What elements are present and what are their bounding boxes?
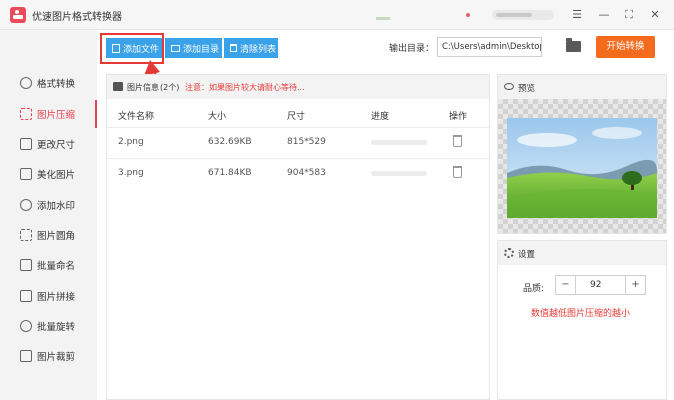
progress-bar bbox=[371, 140, 427, 145]
sidebar-item-beautify[interactable]: 美化图片 bbox=[0, 160, 97, 188]
table-row[interactable]: 3.png 671.84KB 904*583 bbox=[107, 158, 489, 188]
folder-icon[interactable] bbox=[566, 38, 581, 52]
title-bar: 优速图片格式转换器 ☰ — ⛶ ✕ bbox=[0, 0, 674, 30]
file-dimensions: 904*583 bbox=[287, 168, 326, 178]
sidebar-item-round-corner[interactable]: 图片圆角 bbox=[0, 221, 97, 249]
beautify-icon bbox=[20, 168, 32, 180]
file-name: 3.png bbox=[118, 168, 144, 178]
sidebar: 格式转换 图片压缩 更改尺寸 美化图片 添加水印 图片圆角 批量命名 图片拼接 … bbox=[0, 30, 97, 400]
minimize-icon[interactable]: — bbox=[595, 6, 613, 24]
image-icon bbox=[113, 82, 123, 91]
sidebar-item-rotate[interactable]: 批量旋转 bbox=[0, 312, 97, 340]
preview-image bbox=[507, 118, 657, 218]
titlebar-decoration bbox=[376, 17, 390, 20]
column-header-size: 大小 bbox=[208, 112, 227, 122]
quality-input[interactable]: 92 bbox=[576, 276, 625, 294]
file-list-title: 图片信息 bbox=[127, 83, 159, 92]
file-list-panel: 图片信息 (2个) 注意：如果图片较大请耐心等待... 文件名称 大小 尺寸 进… bbox=[106, 74, 490, 400]
sidebar-item-label: 批量旋转 bbox=[37, 322, 76, 333]
column-header-dimensions: 尺寸 bbox=[287, 112, 306, 122]
table-row[interactable]: 2.png 632.69KB 815*529 bbox=[107, 127, 489, 157]
settings-panel: 设置 品质: − 92 + 数值越低图片压缩的越小 bbox=[497, 240, 667, 400]
app-title: 优速图片格式转换器 bbox=[32, 12, 122, 23]
menu-icon[interactable]: ☰ bbox=[568, 6, 586, 24]
sidebar-item-rename[interactable]: 批量命名 bbox=[0, 251, 97, 279]
trash-icon[interactable] bbox=[453, 135, 462, 147]
file-list-note: 注意：如果图片较大请耐心等待... bbox=[185, 83, 305, 92]
sidebar-item-label: 添加水印 bbox=[37, 201, 76, 212]
settings-title: 设置 bbox=[518, 250, 536, 260]
clear-list-label: 清除列表 bbox=[240, 44, 277, 55]
format-convert-icon bbox=[20, 77, 32, 89]
sidebar-item-label: 图片拼接 bbox=[37, 292, 76, 303]
progress-bar bbox=[371, 171, 427, 176]
quality-stepper[interactable]: − 92 + bbox=[555, 275, 646, 295]
titlebar-pill bbox=[492, 10, 554, 20]
file-list-header: 图片信息 (2个) 注意：如果图片较大请耐心等待... bbox=[107, 75, 489, 99]
sidebar-item-label: 图片压缩 bbox=[37, 110, 76, 121]
sidebar-item-format-convert[interactable]: 格式转换 bbox=[0, 69, 97, 97]
file-count: (2个) bbox=[160, 83, 180, 92]
start-convert-button[interactable]: 开始转换 bbox=[596, 36, 655, 58]
quality-label: 品质: bbox=[523, 284, 545, 294]
sidebar-item-resize[interactable]: 更改尺寸 bbox=[0, 130, 97, 158]
rename-icon bbox=[20, 259, 32, 271]
add-folder-label: 添加目录 bbox=[183, 44, 220, 55]
folder-outline-icon bbox=[171, 44, 180, 52]
preview-title: 预览 bbox=[518, 84, 536, 94]
output-dir-input[interactable]: C:\Users\admin\Desktop bbox=[437, 37, 542, 57]
compress-icon bbox=[20, 108, 32, 120]
resize-icon bbox=[20, 138, 32, 150]
file-dimensions: 815*529 bbox=[287, 137, 326, 147]
file-name: 2.png bbox=[118, 137, 144, 147]
stitch-icon bbox=[20, 290, 32, 302]
preview-header: 预览 bbox=[498, 75, 666, 99]
sidebar-item-label: 美化图片 bbox=[37, 170, 76, 181]
sidebar-item-label: 格式转换 bbox=[37, 79, 76, 90]
crop-icon bbox=[20, 350, 32, 362]
sidebar-item-crop[interactable]: 图片裁剪 bbox=[0, 342, 97, 370]
app-logo-icon bbox=[10, 7, 26, 23]
clear-list-button[interactable]: 清除列表 bbox=[224, 38, 278, 58]
sidebar-item-label: 批量命名 bbox=[37, 261, 76, 272]
column-header-actions: 操作 bbox=[449, 112, 468, 122]
add-folder-button[interactable]: 添加目录 bbox=[165, 38, 222, 58]
settings-header: 设置 bbox=[498, 241, 666, 265]
maximize-icon[interactable]: ⛶ bbox=[620, 6, 638, 24]
eye-icon bbox=[504, 83, 514, 90]
close-icon[interactable]: ✕ bbox=[646, 6, 664, 24]
file-size: 632.69KB bbox=[208, 137, 252, 147]
sidebar-item-watermark[interactable]: 添加水印 bbox=[0, 191, 97, 219]
rotate-icon bbox=[20, 320, 32, 332]
column-header-progress: 进度 bbox=[371, 112, 390, 122]
trash-small-icon bbox=[230, 44, 237, 52]
sidebar-item-stitch[interactable]: 图片拼接 bbox=[0, 282, 97, 310]
quality-decrease-button[interactable]: − bbox=[556, 276, 576, 294]
round-corner-icon bbox=[20, 229, 32, 241]
output-dir-label: 输出目录： bbox=[389, 44, 435, 54]
sidebar-item-label: 图片裁剪 bbox=[37, 352, 76, 363]
titlebar-dot bbox=[466, 13, 470, 17]
preview-panel: 预览 bbox=[497, 74, 667, 234]
file-size: 671.84KB bbox=[208, 168, 252, 178]
watermark-icon bbox=[20, 199, 32, 211]
trash-icon[interactable] bbox=[453, 166, 462, 178]
column-header-name: 文件名称 bbox=[118, 112, 155, 122]
sidebar-item-label: 图片圆角 bbox=[37, 231, 76, 242]
quality-hint: 数值越低图片压缩的越小 bbox=[531, 309, 631, 319]
sidebar-item-compress[interactable]: 图片压缩 bbox=[0, 100, 97, 128]
gear-icon bbox=[504, 248, 514, 258]
sidebar-item-label: 更改尺寸 bbox=[37, 140, 76, 151]
quality-increase-button[interactable]: + bbox=[625, 276, 645, 294]
